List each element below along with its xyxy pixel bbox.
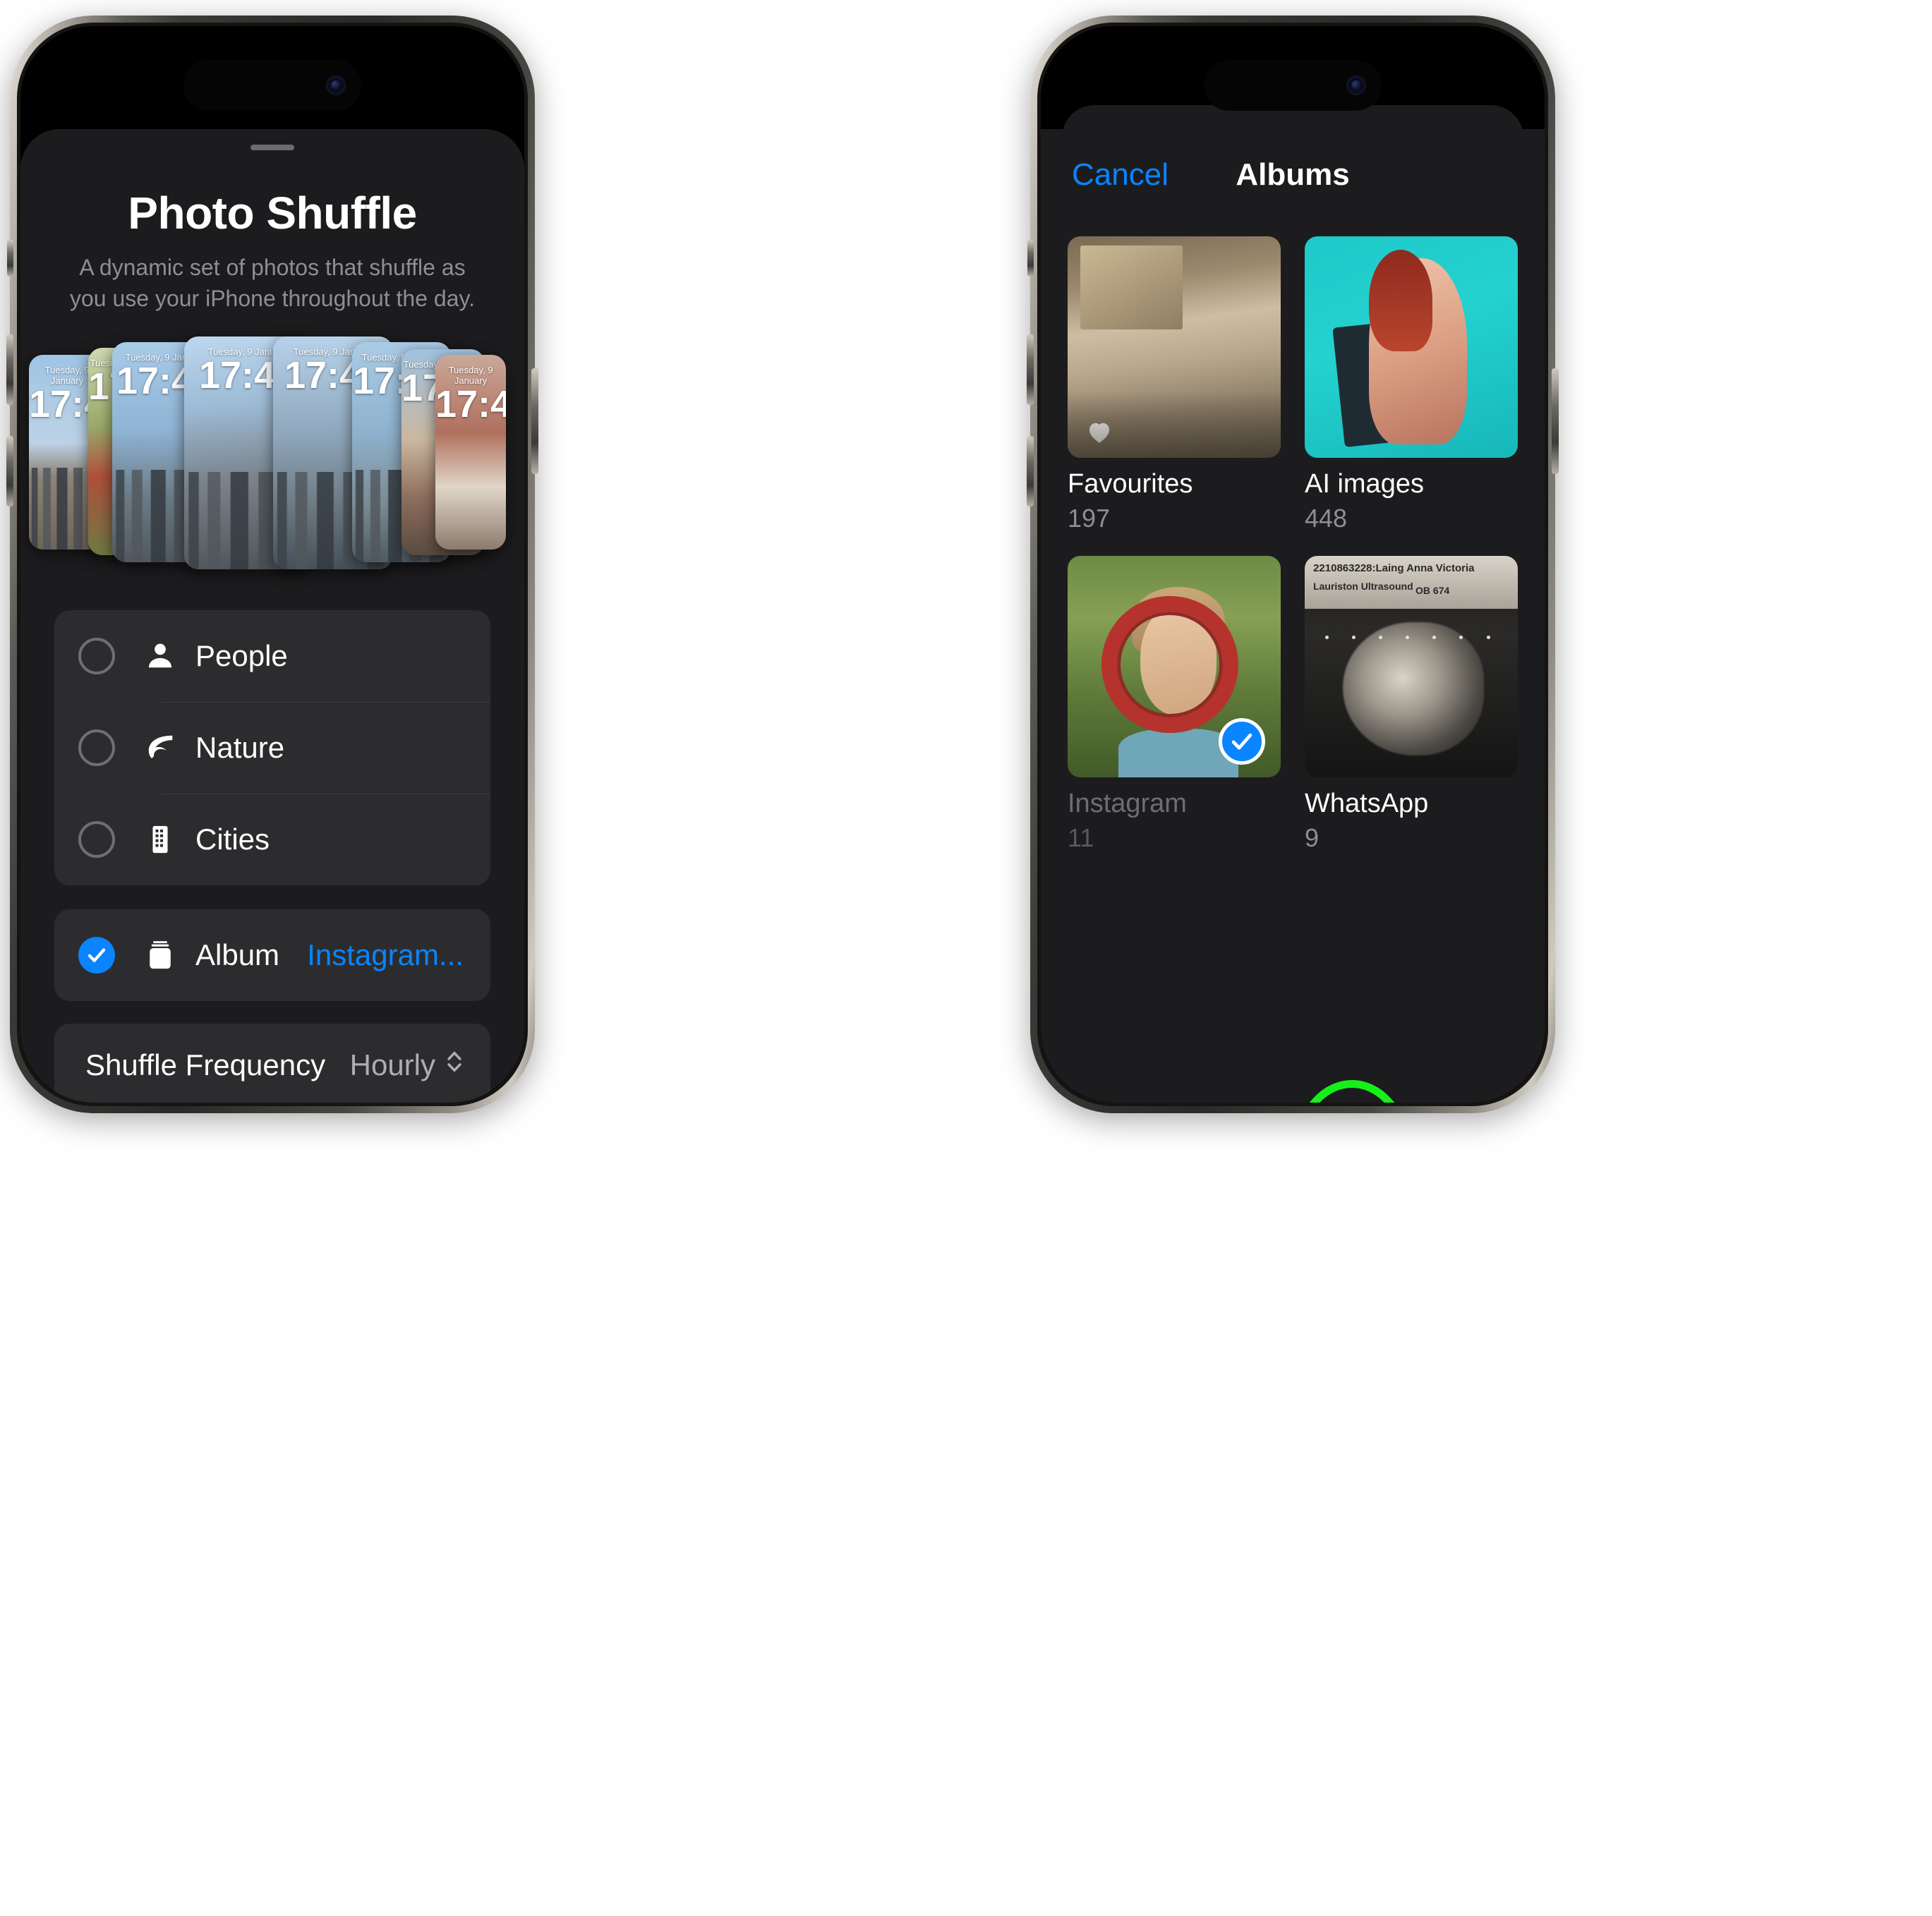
album-name: WhatsApp [1305, 789, 1429, 818]
option-row-people[interactable]: People [54, 610, 490, 702]
person-icon [140, 640, 180, 672]
ultrasound-text-line3: OB 674 [1415, 584, 1450, 596]
option-label: Album [195, 938, 280, 972]
right-screen: Cancel Albums Favourites 197 AI images 4… [1041, 26, 1545, 1103]
silent-switch[interactable] [1027, 240, 1034, 277]
nav-title: Albums [1236, 157, 1350, 192]
chevron-up-down-icon [445, 1048, 464, 1082]
dynamic-island [183, 60, 361, 111]
album-selected-check-badge[interactable] [1219, 718, 1265, 765]
album-cell-whatsapp[interactable]: 2210863228:Laing Anna Victoria Lauriston… [1305, 556, 1518, 853]
front-camera-icon [1346, 75, 1366, 95]
row-separator [162, 702, 490, 703]
radio-cities[interactable] [78, 821, 115, 859]
navigation-bar: Cancel Albums [1041, 129, 1545, 221]
photo-shuffle-sheet: Photo Shuffle A dynamic set of photos th… [20, 129, 524, 1103]
left-screen: Photo Shuffle A dynamic set of photos th… [20, 26, 524, 1103]
option-label: People [195, 639, 288, 673]
dynamic-island [1204, 60, 1382, 111]
preview-date: Tuesday, 9 January [448, 365, 493, 387]
power-button[interactable] [531, 368, 538, 474]
album-cell-instagram[interactable]: Instagram 11 [1068, 556, 1281, 853]
volume-down-button[interactable] [1027, 436, 1034, 507]
album-count: 9 [1305, 823, 1320, 852]
left-iphone-frame: Photo Shuffle A dynamic set of photos th… [6, 16, 538, 1113]
option-row-cities[interactable]: Cities [54, 794, 490, 885]
page-title: Photo Shuffle [128, 188, 417, 238]
ultrasound-image-shape [1343, 622, 1484, 756]
building-icon [140, 823, 180, 856]
silent-switch[interactable] [7, 240, 13, 277]
power-button[interactable] [1552, 368, 1559, 474]
albums-grid: Favourites 197 AI images 448 Instagram 1… [1041, 221, 1545, 853]
album-name: Instagram [1068, 789, 1187, 818]
album-selected-value[interactable]: Instagram... [307, 938, 464, 972]
ultrasound-scale-dots [1322, 636, 1501, 640]
shuffle-frequency-value-group[interactable]: Hourly [350, 1048, 464, 1082]
front-camera-icon [326, 75, 346, 95]
album-thumbnail[interactable] [1068, 556, 1281, 777]
screenshot-stage: Photo Shuffle A dynamic set of photos th… [0, 0, 1932, 1916]
leaf-icon [140, 732, 180, 764]
album-name: Favourites [1068, 469, 1193, 499]
left-phone-screen-bezel: Photo Shuffle A dynamic set of photos th… [17, 23, 528, 1106]
ultrasound-text-line1: 2210863228:Laing Anna Victoria [1313, 562, 1475, 575]
album-stack-icon [140, 939, 180, 971]
volume-up-button[interactable] [1027, 334, 1034, 405]
shuffle-frequency-row[interactable]: Shuffle Frequency Hourly [54, 1024, 490, 1103]
ultrasound-text-line2: Lauriston Ultrasound [1313, 580, 1413, 592]
option-row-album[interactable]: Album Instagram... [54, 909, 490, 1001]
album-options-group: Album Instagram... [54, 909, 490, 1002]
album-name: AI images [1305, 469, 1424, 499]
album-count: 448 [1305, 504, 1348, 533]
shuffle-frequency-value: Hourly [349, 1048, 435, 1082]
album-thumbnail[interactable]: 2210863228:Laing Anna Victoria Lauriston… [1305, 556, 1518, 777]
radio-people[interactable] [78, 638, 115, 675]
thumb-shape-hair [1368, 249, 1433, 352]
volume-down-button[interactable] [6, 436, 13, 507]
page-subtitle: A dynamic set of photos that shuffle as … [69, 255, 476, 312]
thumb-shape-ring [1101, 595, 1238, 734]
lockscreen-preview-fan[interactable]: Tuesday, 9 January17:41 Tuesday, 9 Janua… [20, 336, 524, 571]
album-thumbnail[interactable] [1068, 236, 1281, 458]
radio-nature[interactable] [78, 729, 115, 767]
preview-time: 17:41 [435, 383, 506, 426]
preview-card: Tuesday, 9 January17:41 [435, 355, 506, 550]
volume-up-button[interactable] [6, 334, 13, 405]
heart-icon [1085, 417, 1114, 447]
category-options-group: People Nature Cities [54, 610, 490, 886]
right-iphone-frame: Cancel Albums Favourites 197 AI images 4… [1027, 16, 1559, 1113]
option-row-nature[interactable]: Nature [54, 702, 490, 794]
shuffle-frequency-label: Shuffle Frequency [85, 1048, 326, 1082]
right-phone-screen-bezel: Cancel Albums Favourites 197 AI images 4… [1037, 23, 1548, 1106]
option-label: Nature [195, 731, 285, 765]
option-label: Cities [195, 823, 270, 856]
album-picker-sheet: Cancel Albums Favourites 197 AI images 4… [1041, 129, 1545, 1103]
album-cell-favourites[interactable]: Favourites 197 [1068, 236, 1281, 533]
album-count: 197 [1068, 504, 1111, 533]
album-count: 11 [1068, 823, 1094, 852]
sheet-grabber-handle[interactable] [250, 145, 294, 150]
album-thumbnail[interactable] [1305, 236, 1518, 458]
radio-album-selected[interactable] [78, 937, 115, 974]
album-cell-ai-images[interactable]: AI images 448 [1305, 236, 1518, 533]
